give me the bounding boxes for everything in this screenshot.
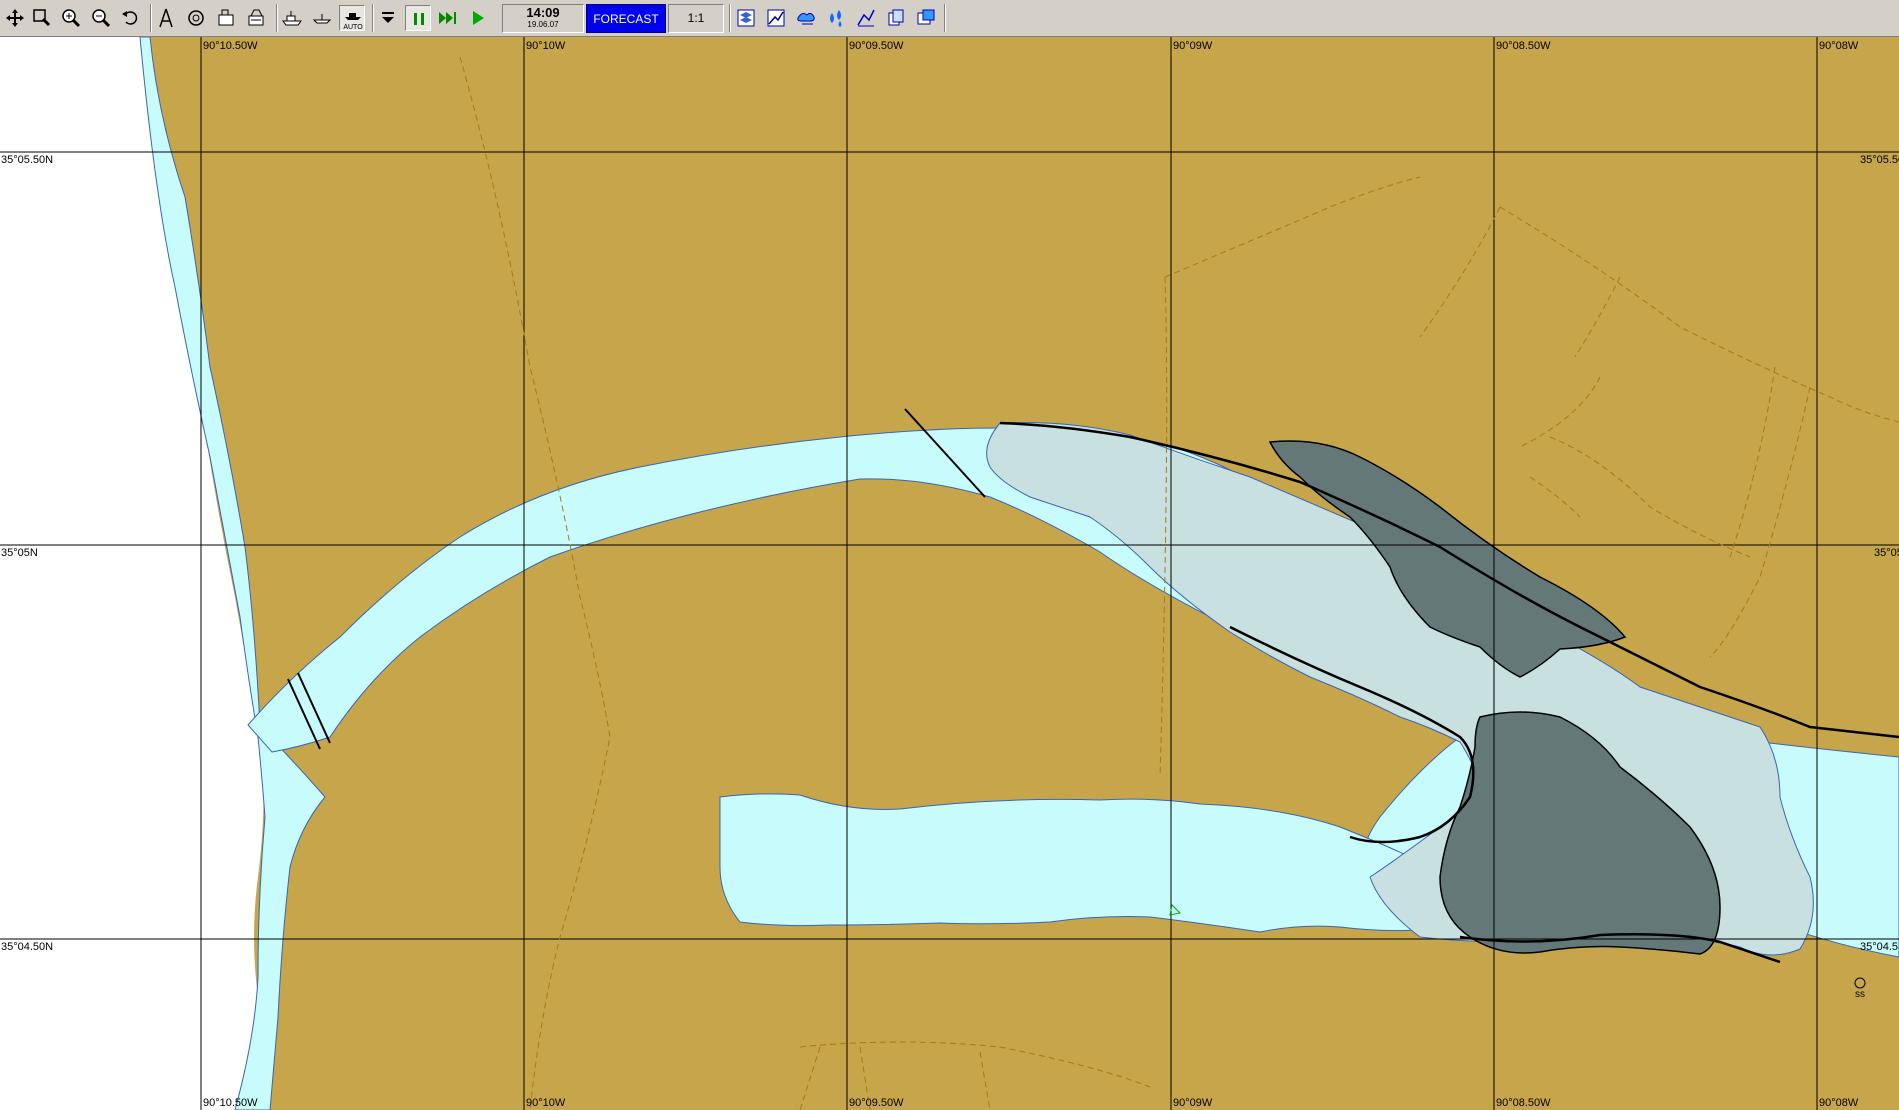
drops-icon[interactable] [823, 5, 849, 31]
ship-auto-icon[interactable]: AUTO [339, 5, 365, 31]
land-area [0, 37, 1899, 1110]
ship-small-icon[interactable] [309, 5, 335, 31]
lon-label-bottom-6: 90°08W [1819, 1097, 1859, 1109]
route-icon[interactable] [853, 5, 879, 31]
zoom-in-icon[interactable] [58, 5, 84, 31]
lon-label-bottom-4: 90°09W [1173, 1097, 1213, 1109]
lon-label-top-3: 90°09.50W [849, 40, 904, 52]
clock-date: 19.06.07 [527, 20, 559, 29]
layers-icon[interactable] [733, 5, 759, 31]
scale-display[interactable]: 1:1 [668, 4, 724, 33]
lon-label-bottom-2: 90°10W [526, 1097, 566, 1109]
lon-label-top-2: 90°10W [526, 40, 566, 52]
clock-display: 14:09 19.06.07 [502, 4, 584, 33]
play-icon[interactable] [465, 5, 491, 31]
lat-label-right-1: 35°05.50 [1860, 154, 1899, 166]
nautical-chart[interactable]: ss 90°10.50W 90°10W 90°09.50W 90°09W 90°… [0, 37, 1899, 1110]
zoom-window-icon[interactable] [28, 5, 54, 31]
toolbar: AUTO 14:09 19.06.07 FORECAST 1:1 [0, 0, 1899, 37]
lon-label-bottom-5: 90°08.50W [1496, 1097, 1551, 1109]
lat-label-right-2: 35°05 [1874, 547, 1899, 559]
lat-label-left-3: 35°04.50N [1, 941, 54, 953]
measure-compass-icon[interactable] [153, 5, 179, 31]
chart-icon[interactable] [763, 5, 789, 31]
zoom-out-icon[interactable] [88, 5, 114, 31]
tool-2-icon[interactable] [243, 5, 269, 31]
forecast-button[interactable]: FORECAST [586, 4, 666, 33]
pan-cursor-icon[interactable] [2, 5, 28, 31]
clock-time: 14:09 [526, 5, 560, 20]
ship-icon[interactable] [279, 5, 305, 31]
tool-1-icon[interactable] [213, 5, 239, 31]
lon-label-bottom-1: 90°10.50W [203, 1097, 258, 1109]
pause-icon[interactable] [405, 5, 431, 31]
dropdown-icon[interactable] [375, 5, 401, 31]
lon-label-top-1: 90°10.50W [203, 40, 258, 52]
lat-label-left-1: 35°05.50N [1, 154, 54, 166]
lon-label-top-5: 90°08.50W [1496, 40, 1551, 52]
lon-label-top-6: 90°08W [1819, 40, 1859, 52]
weather-icon[interactable] [793, 5, 819, 31]
fast-forward-icon[interactable] [435, 5, 461, 31]
auto-label: AUTO [343, 24, 363, 31]
ss-symbol-label: ss [1855, 989, 1865, 1000]
windows-icon[interactable] [913, 5, 939, 31]
lon-label-bottom-3: 90°09.50W [849, 1097, 904, 1109]
undo-icon[interactable] [118, 5, 144, 31]
target-icon[interactable] [183, 5, 209, 31]
copy-icon[interactable] [883, 5, 909, 31]
lon-label-top-4: 90°09W [1173, 40, 1213, 52]
chart-canvas[interactable]: ss [0, 37, 1899, 1110]
lat-label-left-2: 35°05N [1, 547, 38, 559]
lat-label-right-3: 35°04.5 [1860, 941, 1899, 953]
